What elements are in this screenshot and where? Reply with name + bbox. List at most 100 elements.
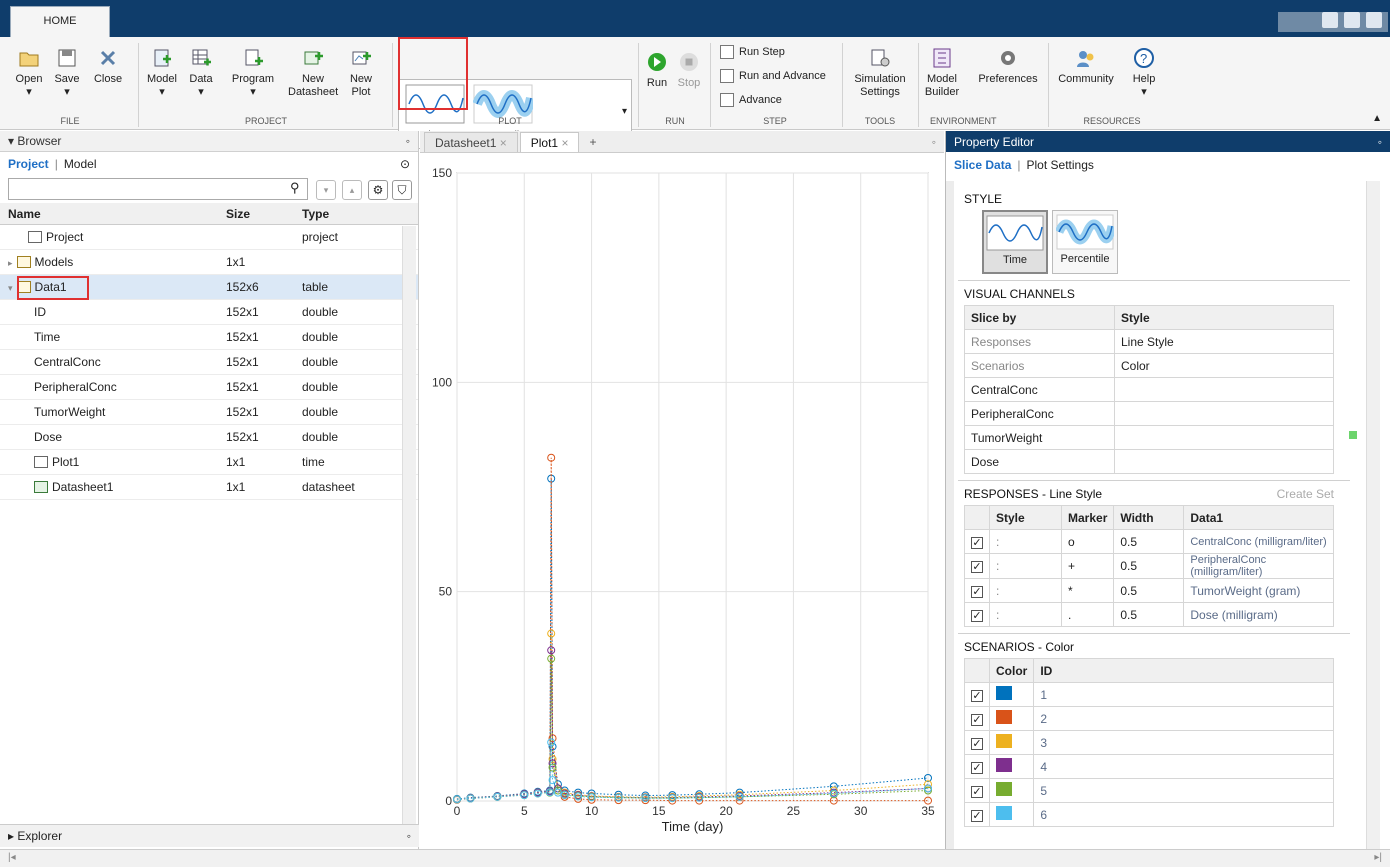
close-tab-icon[interactable]: × [561,136,568,150]
help-quick-icon[interactable] [1366,12,1382,28]
tab-slice-data[interactable]: Slice Data [954,158,1011,172]
table-row[interactable]: CentralConc [964,377,1334,402]
simulation-settings-button[interactable]: Simulation Settings [848,47,912,99]
search-icon[interactable]: ⚲ [290,180,300,196]
table-row-datasheet1[interactable]: Datasheet1 1x1 datasheet [0,475,418,500]
color-swatch[interactable] [996,782,1012,796]
program-button[interactable]: Program ▾ [224,47,282,99]
collapse-arrow-icon[interactable]: ▾ [8,283,13,293]
scenario-checkbox[interactable]: ✓ [971,713,983,726]
table-row-project[interactable]: Project project [0,225,418,250]
panel-menu-icon[interactable]: ◦ [924,132,944,152]
scenario-checkbox[interactable]: ✓ [971,737,983,750]
gallery-expand-icon[interactable]: ▾ [622,106,627,117]
dropdown-icon[interactable]: ⊙ [400,157,410,171]
response-checkbox[interactable]: ✓ [971,536,983,549]
scenario-checkbox[interactable]: ✓ [971,761,983,774]
tab-plot-settings[interactable]: Plot Settings [1027,158,1094,172]
scroll-right-icon[interactable]: ▸| [1374,852,1382,863]
save-button[interactable]: Save ▾ [50,47,84,99]
stop-button[interactable]: Stop [674,51,704,90]
new-plot-button[interactable]: New Plot [344,47,378,99]
scenario-checkbox[interactable]: ✓ [971,785,983,798]
close-tab-icon[interactable]: × [500,136,507,150]
table-row-tumorweight[interactable]: TumorWeight 152x1 double [0,400,418,425]
response-checkbox[interactable]: ✓ [971,609,983,622]
table-row-dose[interactable]: Dose 152x1 double [0,425,418,450]
table-row[interactable]: ✓ 4 [964,754,1334,779]
time-plot-chart[interactable]: 0 5 10 15 20 25 30 35 0 50 100 150 Time (day) [420,153,944,849]
table-row[interactable]: ✓ 5 [964,778,1334,803]
table-row[interactable]: ✓: * 0.5 TumorWeight (gram) [964,578,1334,603]
style-time-option[interactable]: Time [982,210,1048,274]
folder-quick-icon[interactable] [1344,12,1360,28]
expand-triangle-icon[interactable]: ▸ [8,829,14,843]
response-checkbox[interactable]: ✓ [971,561,983,573]
scenario-checkbox[interactable]: ✓ [971,809,983,822]
data-button[interactable]: Data ▾ [184,47,218,99]
color-swatch[interactable] [996,806,1012,820]
table-row[interactable]: TumorWeight [964,425,1334,450]
save-quick-icon[interactable] [1322,12,1338,28]
open-button[interactable]: Open ▾ [12,47,46,99]
table-row-data1[interactable]: ▾ Data1 152x6 table [0,275,418,300]
scroll-left-icon[interactable]: |◂ [8,852,16,863]
collapse-triangle-icon[interactable]: ▾ [8,134,14,148]
community-button[interactable]: Community [1054,47,1118,86]
filter-icon[interactable]: ⛉ [392,180,412,200]
panel-menu-icon[interactable]: ◦ [1378,135,1382,149]
advance-button[interactable]: Advance [720,93,782,107]
model-button[interactable]: Model ▾ [142,47,182,99]
explorer-header[interactable]: ▸ Explorer ◦ [0,824,419,847]
table-row[interactable]: ✓ 6 [964,802,1334,827]
tab-datasheet1[interactable]: Datasheet1 × [424,132,518,152]
arrow-up-icon[interactable]: ▴ [342,180,362,200]
run-step-button[interactable]: Run Step [720,45,785,59]
property-editor-scrollbar[interactable] [1366,181,1380,849]
color-swatch[interactable] [996,686,1012,700]
table-row[interactable]: ✓ 1 [964,682,1334,707]
table-row[interactable]: Dose [964,449,1334,474]
link-project[interactable]: Project [8,157,49,171]
arrow-down-icon[interactable]: ▾ [316,180,336,200]
table-row-plot1[interactable]: Plot1 1x1 time [0,450,418,475]
table-row-centralconc[interactable]: CentralConc 152x1 double [0,350,418,375]
response-checkbox[interactable]: ✓ [971,585,983,598]
table-row[interactable]: ✓: +0.5 PeripheralConc (milligram/liter) [964,553,1334,579]
settings-gear-icon[interactable]: ⚙ [368,180,388,200]
add-tab-button[interactable]: + [581,132,604,152]
table-row[interactable]: ✓ 3 [964,730,1334,755]
color-swatch[interactable] [996,710,1012,724]
panel-menu-icon[interactable]: ◦ [406,134,410,148]
color-swatch[interactable] [996,758,1012,772]
panel-menu-icon[interactable]: ◦ [407,829,411,843]
table-row-peripheralconc[interactable]: PeripheralConc 152x1 double [0,375,418,400]
link-model[interactable]: Model [64,157,97,171]
collapse-ribbon-icon[interactable]: ▲ [1372,113,1382,124]
close-button[interactable]: Close [90,47,126,86]
model-builder-button[interactable]: Model Builder [922,47,962,99]
expand-arrow-icon[interactable]: ▸ [8,258,13,268]
table-row-time[interactable]: Time 152x1 double [0,325,418,350]
new-datasheet-button[interactable]: New Datasheet [288,47,338,99]
table-row[interactable]: PeripheralConc [964,401,1334,426]
tab-plot1[interactable]: Plot1 × [519,132,580,152]
browser-scrollbar[interactable] [402,226,416,826]
color-swatch[interactable] [996,734,1012,748]
table-row[interactable]: ✓:. 0.5 Dose (milligram) [964,602,1334,627]
help-button[interactable]: ? Help ▾ [1124,47,1164,99]
table-row[interactable]: ✓ 2 [964,706,1334,731]
table-row[interactable]: Responses Line Style [964,329,1334,354]
table-row[interactable]: Scenarios Color [964,353,1334,378]
run-button[interactable]: Run [642,51,672,90]
preferences-button[interactable]: Preferences [970,47,1046,86]
table-row-id[interactable]: ID 152x1 double [0,300,418,325]
style-percentile-option[interactable]: Percentile [1052,210,1118,274]
search-input[interactable] [8,178,308,200]
scenario-checkbox[interactable]: ✓ [971,689,983,702]
table-row-models[interactable]: ▸ Models 1x1 [0,250,418,275]
table-row[interactable]: ✓: o 0.5 CentralConc (milligram/liter) [964,529,1334,554]
run-and-advance-button[interactable]: Run and Advance [720,69,826,83]
create-set-button[interactable]: Create Set [1277,487,1334,501]
tab-home[interactable]: HOME [10,6,110,37]
